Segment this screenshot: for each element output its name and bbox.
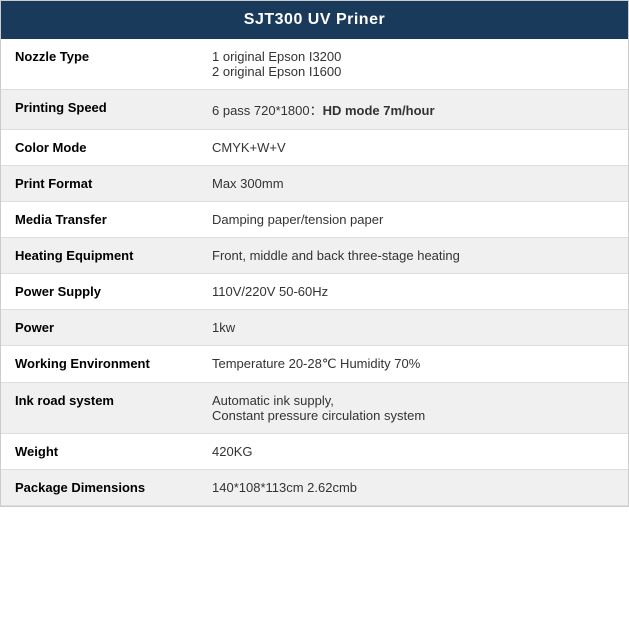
spec-label: Working Environment (1, 346, 198, 383)
spec-label: Print Format (1, 166, 198, 202)
spec-value: 1kw (198, 310, 628, 346)
table-row: Heating EquipmentFront, middle and back … (1, 238, 628, 274)
spec-label: Media Transfer (1, 202, 198, 238)
spec-label: Nozzle Type (1, 39, 198, 90)
spec-label: Weight (1, 434, 198, 470)
table-row: Print FormatMax 300mm (1, 166, 628, 202)
spec-value: Front, middle and back three-stage heati… (198, 238, 628, 274)
table-row: Media TransferDamping paper/tension pape… (1, 202, 628, 238)
spec-value: Damping paper/tension paper (198, 202, 628, 238)
spec-label: Heating Equipment (1, 238, 198, 274)
table-row: Package Dimensions140*108*113cm 2.62cmb (1, 470, 628, 506)
spec-value: 140*108*113cm 2.62cmb (198, 470, 628, 506)
spec-label: Power (1, 310, 198, 346)
table-row: Power1kw (1, 310, 628, 346)
table-header: SJT300 UV Priner (1, 1, 628, 39)
spec-value: Temperature 20-28℃ Humidity 70% (198, 346, 628, 383)
spec-value-bold: HD mode 7m/hour (323, 103, 435, 118)
spec-value: 1 original Epson I32002 original Epson I… (198, 39, 628, 90)
product-spec-table: SJT300 UV Priner Nozzle Type1 original E… (0, 0, 629, 507)
table-row: Ink road systemAutomatic ink supply,Cons… (1, 383, 628, 434)
spec-value: 420KG (198, 434, 628, 470)
table-row: Color ModeCMYK+W+V (1, 130, 628, 166)
table-row: Nozzle Type1 original Epson I32002 origi… (1, 39, 628, 90)
spec-label: Ink road system (1, 383, 198, 434)
spec-value: Automatic ink supply,Constant pressure c… (198, 383, 628, 434)
spec-label: Color Mode (1, 130, 198, 166)
table-row: Working EnvironmentTemperature 20-28℃ Hu… (1, 346, 628, 383)
spec-value: 6 pass 720*1800：HD mode 7m/hour (198, 90, 628, 130)
spec-label: Package Dimensions (1, 470, 198, 506)
spec-value-normal: 6 pass 720*1800： (212, 103, 323, 118)
spec-value: 110V/220V 50-60Hz (198, 274, 628, 310)
spec-label: Power Supply (1, 274, 198, 310)
product-title: SJT300 UV Priner (244, 11, 385, 28)
table-row: Weight420KG (1, 434, 628, 470)
table-row: Printing Speed6 pass 720*1800：HD mode 7m… (1, 90, 628, 130)
spec-value: Max 300mm (198, 166, 628, 202)
spec-value: CMYK+W+V (198, 130, 628, 166)
spec-label: Printing Speed (1, 90, 198, 130)
table-row: Power Supply110V/220V 50-60Hz (1, 274, 628, 310)
